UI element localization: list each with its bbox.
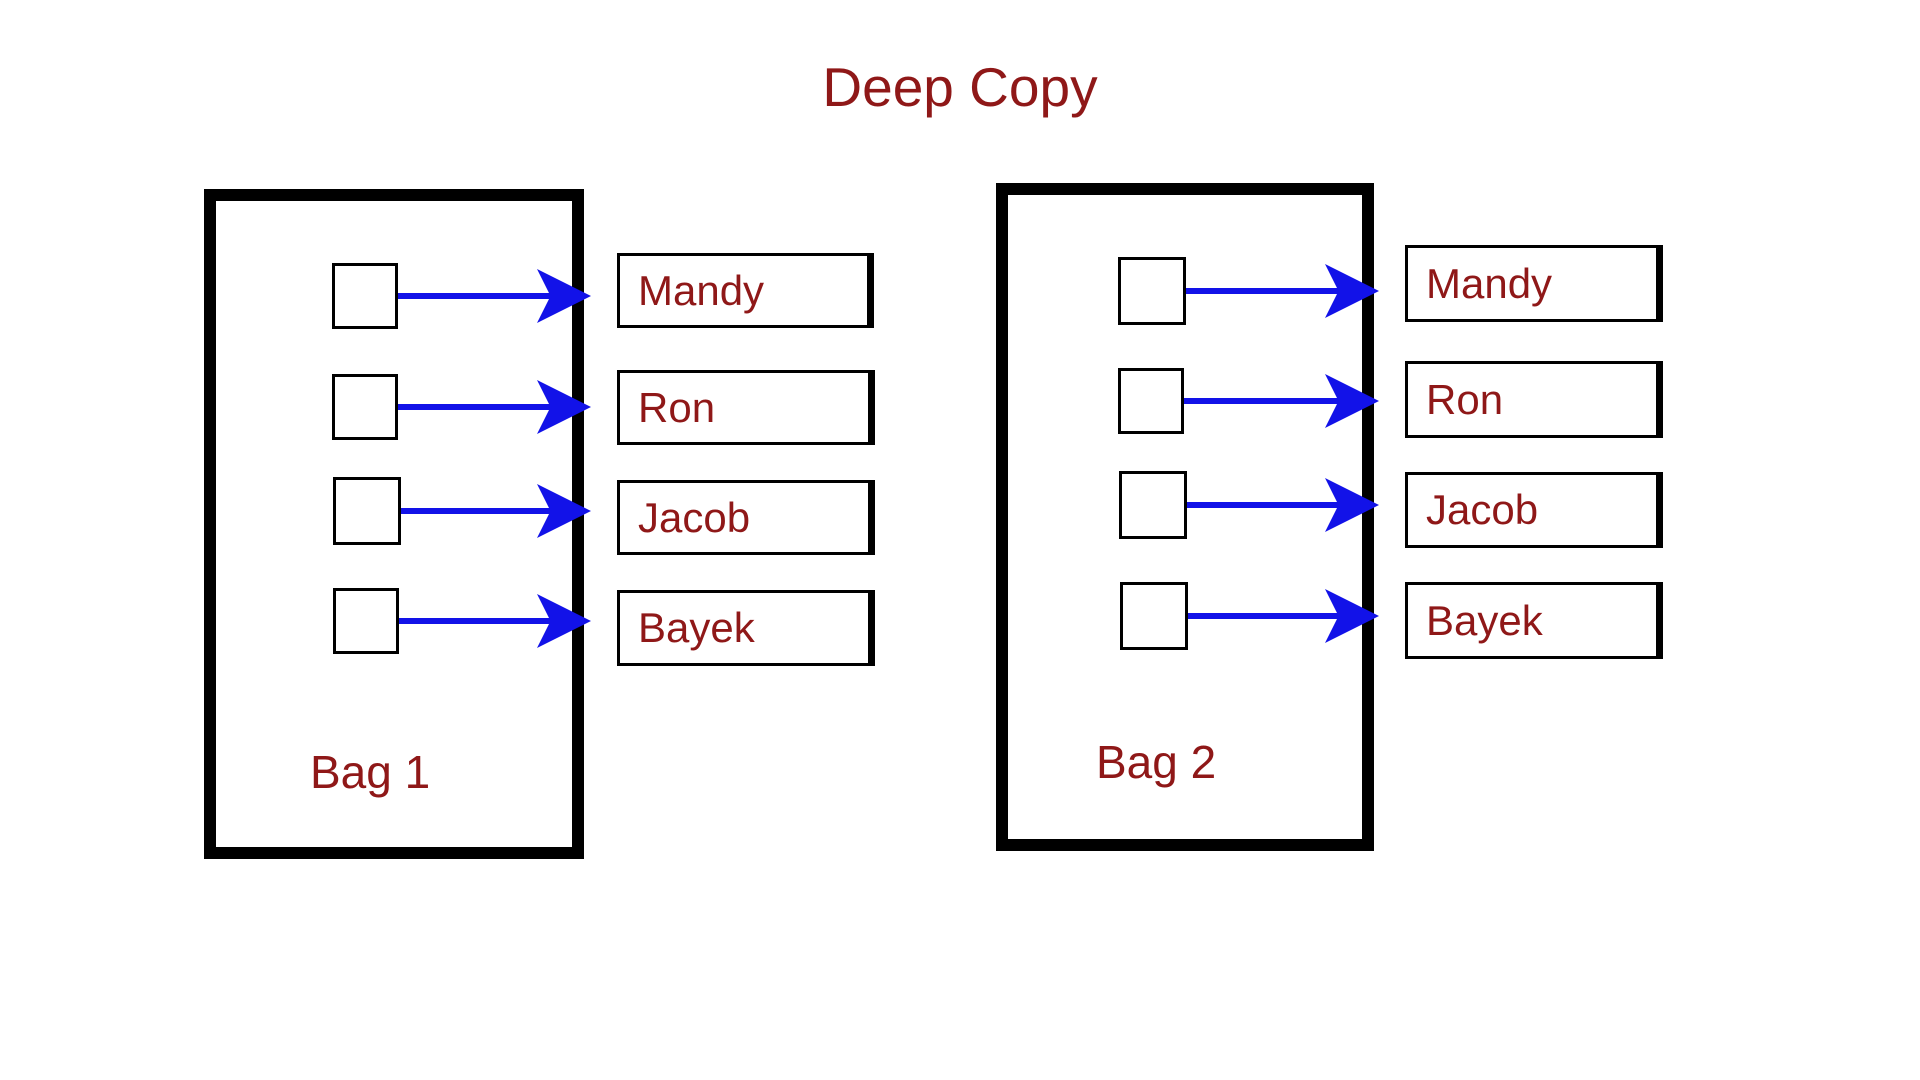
arrows-overlay [0, 0, 1920, 1080]
diagram-canvas: Deep Copy Bag 1 Mandy Ron Jacob Bayek Ba… [0, 0, 1920, 1080]
